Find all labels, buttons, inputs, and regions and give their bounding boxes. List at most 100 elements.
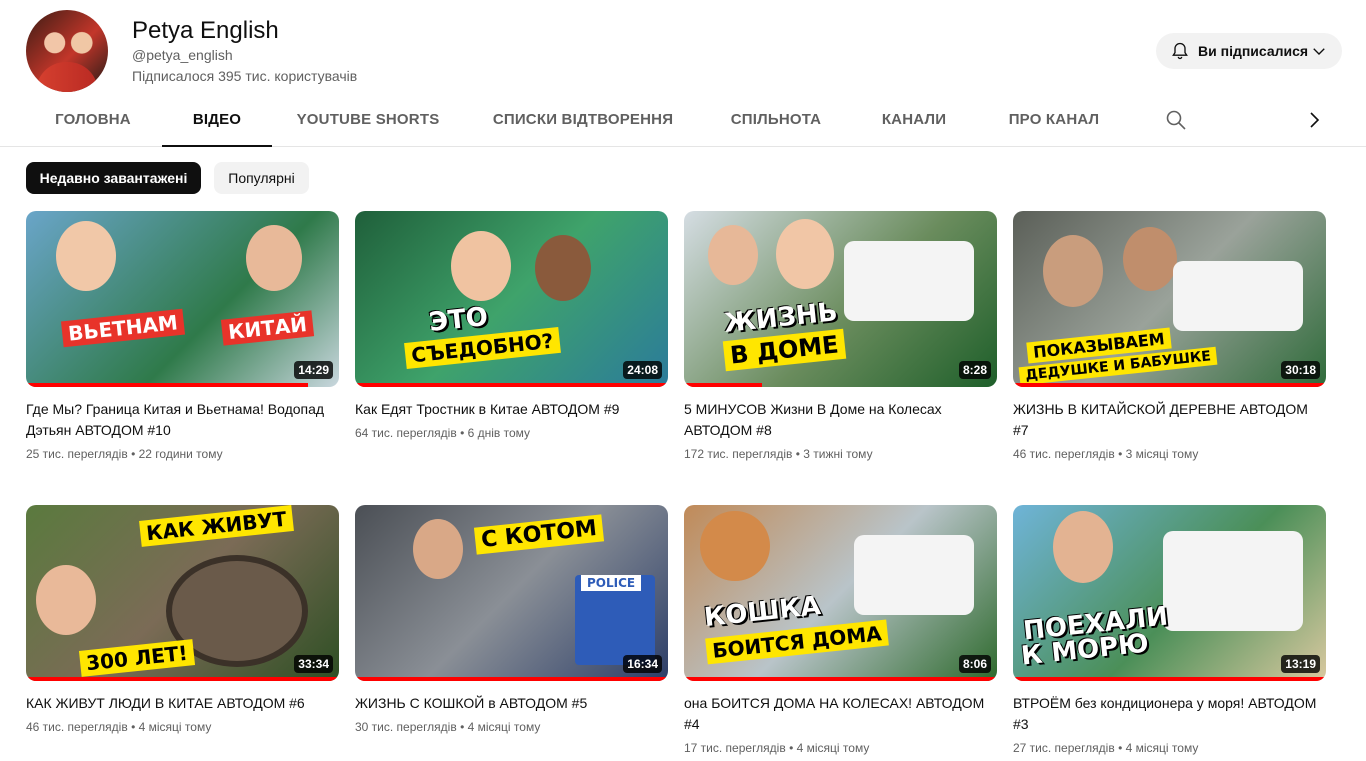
upload-age: 4 місяці тому xyxy=(467,720,541,734)
thumbnail-text: ВЬЕТНАМ xyxy=(60,308,185,348)
video-duration: 33:34 xyxy=(294,655,333,673)
video-title[interactable]: она БОИТСЯ ДОМА НА КОЛЕСАХ! АВТОДОМ #4 xyxy=(684,693,997,735)
upload-age: 22 години тому xyxy=(138,447,223,461)
view-count: 25 тис. переглядів xyxy=(26,447,128,461)
video-title[interactable]: Как Едят Тростник в Китае АВТОДОМ #9 xyxy=(355,399,668,420)
thumbnail-text: ЭТО xyxy=(427,302,490,338)
thumbnail-person xyxy=(36,565,96,635)
thumbnail-person xyxy=(1053,511,1113,583)
thumbnail-person xyxy=(413,519,463,579)
chip-recent[interactable]: Недавно завантажені xyxy=(26,162,201,194)
video-card: ПОКАЗЫВАЕМ ДЕДУШКЕ И БАБУШКЕ 30:18 ЖИЗНЬ… xyxy=(1013,211,1326,461)
video-duration: 24:08 xyxy=(623,361,662,379)
view-count: 46 тис. переглядів xyxy=(1013,447,1115,461)
watch-progress-bar xyxy=(684,677,997,681)
thumbnail-text: КИТАЙ xyxy=(220,310,315,346)
video-title[interactable]: 5 МИНУСОВ Жизни В Доме на Колесах АВТОДО… xyxy=(684,399,997,441)
video-thumbnail[interactable]: С КОТОМ POLICE 16:34 xyxy=(355,505,668,681)
channel-avatar[interactable] xyxy=(26,10,108,92)
channel-name: Petya English xyxy=(132,17,279,44)
upload-age: 4 місяці тому xyxy=(1125,741,1199,755)
watch-progress-bar xyxy=(26,677,339,681)
view-count: 30 тис. переглядів xyxy=(355,720,457,734)
video-title[interactable]: ЖИЗНЬ С КОШКОЙ в АВТОДОМ #5 xyxy=(355,693,668,714)
watch-progress-bar xyxy=(26,383,308,387)
video-duration: 30:18 xyxy=(1281,361,1320,379)
video-thumbnail[interactable]: ПОЕХАЛИ К МОРЮ 13:19 xyxy=(1013,505,1326,681)
search-icon[interactable] xyxy=(1164,108,1188,132)
watch-progress-bar xyxy=(684,383,763,387)
upload-age: 3 місяці тому xyxy=(1125,447,1199,461)
thumbnail-person xyxy=(1123,227,1177,291)
watch-progress-bar xyxy=(1013,383,1326,387)
video-duration: 13:19 xyxy=(1281,655,1320,673)
video-thumbnail[interactable]: ПОКАЗЫВАЕМ ДЕДУШКЕ И БАБУШКЕ 30:18 xyxy=(1013,211,1326,387)
channel-handle: @petya_english xyxy=(132,47,233,63)
subscribed-label: Ви підписалися xyxy=(1198,43,1309,59)
view-count: 46 тис. переглядів xyxy=(26,720,128,734)
thumbnail-text: КОШКА xyxy=(702,590,823,634)
video-thumbnail[interactable]: ВЬЕТНАМ КИТАЙ 14:29 xyxy=(26,211,339,387)
tab-shorts[interactable]: YOUTUBE SHORTS xyxy=(294,100,442,146)
cat-image xyxy=(700,511,770,581)
video-duration: 14:29 xyxy=(294,361,333,379)
thumbnail-person xyxy=(535,235,591,301)
upload-age: 4 місяці тому xyxy=(796,741,870,755)
video-duration: 8:06 xyxy=(958,655,991,673)
video-meta: 46 тис. переглядів • 3 місяці тому xyxy=(1013,447,1199,461)
video-thumbnail[interactable]: ЖИЗНЬ В ДОМЕ 8:28 xyxy=(684,211,997,387)
video-meta: 46 тис. переглядів • 4 місяці тому xyxy=(26,720,212,734)
upload-age: 6 днів тому xyxy=(467,426,531,440)
video-card: КОШКА БОИТСЯ ДОМА 8:06 она БОИТСЯ ДОМА Н… xyxy=(684,505,997,755)
tab-about[interactable]: ПРО КАНАЛ xyxy=(1002,100,1106,146)
video-card: ВЬЕТНАМ КИТАЙ 14:29 Где Мы? Граница Кита… xyxy=(26,211,339,461)
tab-community[interactable]: СПІЛЬНОТА xyxy=(726,100,826,146)
bell-icon xyxy=(1172,42,1188,60)
video-meta: 172 тис. переглядів • 3 тижні тому xyxy=(684,447,873,461)
channel-tabs: ГОЛОВНА ВІДЕО YOUTUBE SHORTS СПИСКИ ВІДТ… xyxy=(0,100,1366,147)
video-card: ЭТО СЪЕДОБНО? 24:08 Как Едят Тростник в … xyxy=(355,211,668,440)
video-card: С КОТОМ POLICE 16:34 ЖИЗНЬ С КОШКОЙ в АВ… xyxy=(355,505,668,734)
thumbnail-person xyxy=(451,231,511,301)
video-thumbnail[interactable]: КАК ЖИВУТ 300 ЛЕТ! 33:34 xyxy=(26,505,339,681)
view-count: 64 тис. переглядів xyxy=(355,426,457,440)
video-title[interactable]: КАК ЖИВУТ ЛЮДИ В КИТАЕ АВТОДОМ #6 xyxy=(26,693,339,714)
video-meta: 17 тис. переглядів • 4 місяці тому xyxy=(684,741,870,755)
chevron-down-icon xyxy=(1313,48,1325,55)
video-meta: 27 тис. переглядів • 4 місяці тому xyxy=(1013,741,1199,755)
video-thumbnail[interactable]: ЭТО СЪЕДОБНО? 24:08 xyxy=(355,211,668,387)
motorhome-image xyxy=(844,241,974,321)
thumbnail-person xyxy=(708,225,758,285)
chevron-right-icon[interactable] xyxy=(1302,108,1326,132)
motorhome-image xyxy=(1173,261,1303,331)
thumbnail-person xyxy=(246,225,302,291)
video-card: ЖИЗНЬ В ДОМЕ 8:28 5 МИНУСОВ Жизни В Доме… xyxy=(684,211,997,461)
video-card: ПОЕХАЛИ К МОРЮ 13:19 ВТРОЁМ без кондицио… xyxy=(1013,505,1326,755)
watch-progress-bar xyxy=(355,383,668,387)
thumbnail-text: 300 ЛЕТ! xyxy=(78,639,195,677)
thumbnail-person xyxy=(56,221,116,291)
video-duration: 8:28 xyxy=(958,361,991,379)
video-thumbnail[interactable]: КОШКА БОИТСЯ ДОМА 8:06 xyxy=(684,505,997,681)
chip-popular[interactable]: Популярні xyxy=(214,162,309,194)
view-count: 27 тис. переглядів xyxy=(1013,741,1115,755)
video-card: КАК ЖИВУТ 300 ЛЕТ! 33:34 КАК ЖИВУТ ЛЮДИ … xyxy=(26,505,339,734)
view-count: 172 тис. переглядів xyxy=(684,447,793,461)
motorhome-image xyxy=(1163,531,1303,631)
channel-header: Petya English @petya_english Підписалося… xyxy=(0,0,1366,100)
motorhome-image xyxy=(854,535,974,615)
video-duration: 16:34 xyxy=(623,655,662,673)
subscribed-button[interactable]: Ви підписалися xyxy=(1156,33,1342,69)
watch-progress-bar xyxy=(355,677,668,681)
video-meta: 30 тис. переглядів • 4 місяці тому xyxy=(355,720,541,734)
video-meta: 64 тис. переглядів • 6 днів тому xyxy=(355,426,531,440)
tab-videos[interactable]: ВІДЕО xyxy=(162,100,272,147)
tab-playlists[interactable]: СПИСКИ ВІДТВОРЕННЯ xyxy=(490,100,676,146)
thumbnail-person xyxy=(776,219,834,289)
watch-progress-bar xyxy=(1013,677,1326,681)
tab-channels[interactable]: КАНАЛИ xyxy=(876,100,952,146)
tab-home[interactable]: ГОЛОВНА xyxy=(46,100,140,146)
video-title[interactable]: ЖИЗНЬ В КИТАЙСКОЙ ДЕРЕВНЕ АВТОДОМ #7 xyxy=(1013,399,1326,441)
video-title[interactable]: Где Мы? Граница Китая и Вьетнама! Водопа… xyxy=(26,399,339,441)
video-title[interactable]: ВТРОЁМ без кондиционера у моря! АВТОДОМ … xyxy=(1013,693,1326,735)
